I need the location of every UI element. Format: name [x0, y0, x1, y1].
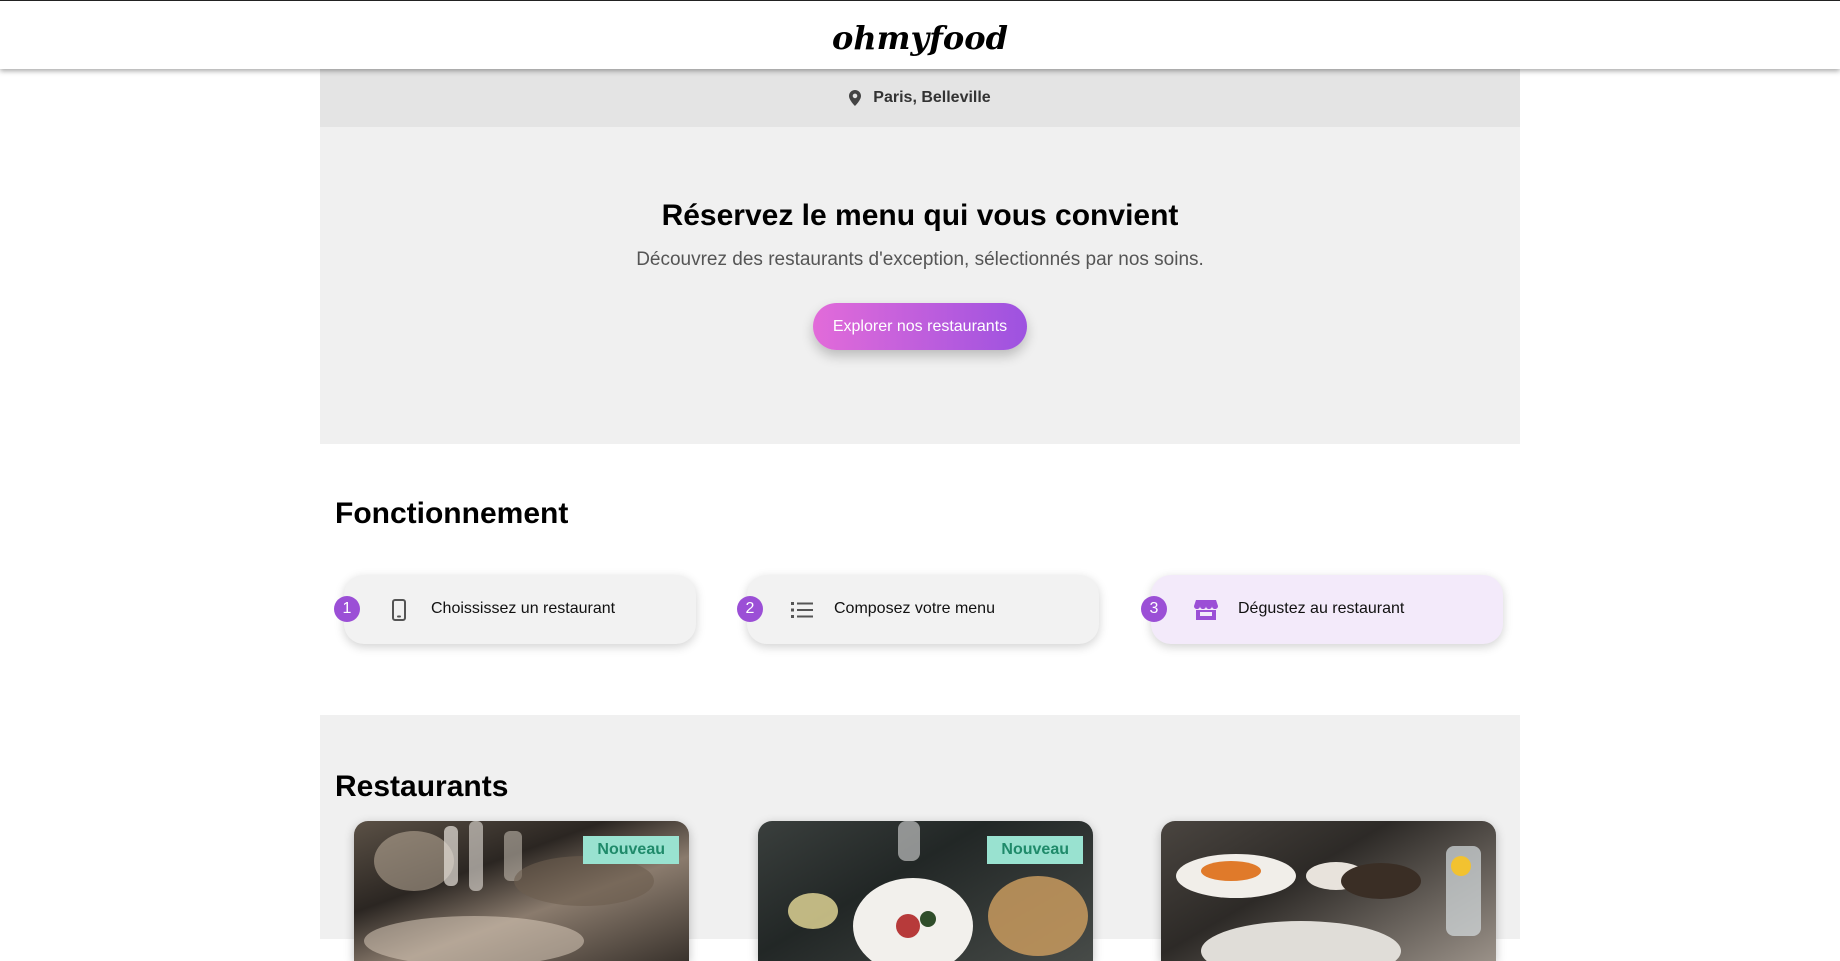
- step-compose-menu[interactable]: 2 Composez votre menu: [737, 575, 1099, 644]
- step-label: Dégustez au restaurant: [1238, 600, 1405, 617]
- list-icon: [789, 597, 815, 623]
- step-label: Choississez un restaurant: [431, 600, 616, 617]
- how-it-works-title: Fonctionnement: [335, 497, 569, 530]
- step-choose-restaurant[interactable]: 1 Choississez un restaurant: [334, 575, 696, 644]
- map-pin-icon: [849, 90, 862, 106]
- main-content: Paris, Belleville Réservez le menu qui v…: [320, 0, 1520, 961]
- store-icon: [1193, 597, 1219, 623]
- hero: Réservez le menu qui vous convient Décou…: [320, 127, 1520, 444]
- site-header: ohmyfood: [0, 0, 1840, 69]
- hero-title: Réservez le menu qui vous convient: [661, 199, 1179, 232]
- restaurant-photo: [1176, 846, 1481, 961]
- step-number: 1: [334, 596, 360, 622]
- explore-restaurants-button[interactable]: Explorer nos restaurants: [813, 303, 1027, 350]
- restaurants-section: Restaurants Nouveau Nouveau: [320, 715, 1520, 961]
- step-number: 2: [737, 596, 763, 622]
- logo[interactable]: ohmyfood: [832, 19, 1008, 57]
- restaurants-title: Restaurants: [335, 770, 509, 803]
- restaurant-card[interactable]: Nouveau: [354, 821, 689, 961]
- step-label: Composez votre menu: [834, 600, 995, 617]
- restaurant-card[interactable]: Nouveau: [758, 821, 1093, 961]
- step-number: 3: [1141, 596, 1167, 622]
- restaurant-card[interactable]: [1161, 821, 1496, 961]
- hero-subtitle: Découvrez des restaurants d'exception, s…: [636, 249, 1204, 270]
- location-text: Paris, Belleville: [873, 89, 991, 106]
- step-taste-restaurant[interactable]: 3 Dégustez au restaurant: [1141, 575, 1503, 644]
- phone-icon: [386, 597, 412, 623]
- new-badge: Nouveau: [987, 836, 1083, 864]
- new-badge: Nouveau: [583, 836, 679, 864]
- location-bar[interactable]: Paris, Belleville: [320, 69, 1520, 127]
